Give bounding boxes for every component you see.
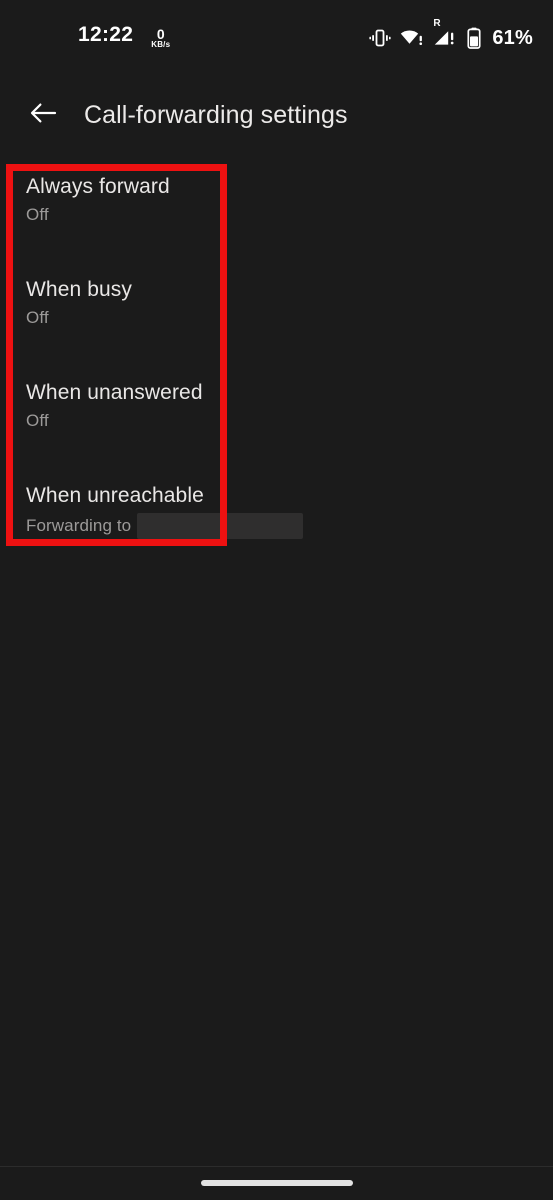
status-bar-right: R 61% <box>369 0 533 76</box>
list-item-subtitle-text: Forwarding to <box>26 516 132 536</box>
list-item-subtitle-text: Off <box>26 308 49 328</box>
list-item-subtitle: Off <box>26 307 527 329</box>
list-item-subtitle: Forwarding to <box>26 513 527 540</box>
vibrate-icon <box>369 28 391 48</box>
network-speed-value: 0 <box>156 26 165 43</box>
status-bar: 12:22 0 KB/s R 61% <box>0 0 553 76</box>
page-title: Call-forwarding settings <box>84 100 348 129</box>
list-item-subtitle: Off <box>26 410 527 432</box>
status-bar-clock: 12:22 <box>78 23 134 47</box>
network-speed-indicator: 0 KB/s <box>151 27 170 50</box>
network-speed-unit: KB/s <box>151 40 171 50</box>
battery-icon <box>467 27 481 49</box>
wifi-no-internet-icon <box>400 28 425 48</box>
app-bar: Call-forwarding settings <box>0 76 553 154</box>
list-item-title: Always forward <box>26 175 170 198</box>
status-bar-left: 12:22 0 KB/s <box>78 24 170 52</box>
roaming-indicator-label: R <box>433 18 441 29</box>
roaming-cellular-signal-icon: R <box>433 19 458 48</box>
list-item-title: When busy <box>26 278 132 301</box>
list-item-subtitle: Off <box>26 204 527 226</box>
list-item-subtitle-text: Off <box>26 411 49 431</box>
back-button[interactable] <box>22 94 64 136</box>
list-item-title: When unanswered <box>26 381 203 404</box>
list-item-subtitle-text: Off <box>26 205 49 225</box>
call-forwarding-list: Always forward Off When busy Off When un… <box>0 161 553 573</box>
list-item-when-unreachable[interactable]: When unreachable Forwarding to <box>0 470 553 573</box>
redacted-phone-number <box>137 513 304 540</box>
list-item-title: When unreachable <box>26 484 204 507</box>
list-item-always-forward[interactable]: Always forward Off <box>0 161 553 264</box>
home-handle-icon[interactable] <box>201 1180 353 1186</box>
phone-screen: 12:22 0 KB/s R 61% Call-forwarding setti… <box>0 0 553 1200</box>
list-item-when-unanswered[interactable]: When unanswered Off <box>0 367 553 470</box>
arrow-left-icon <box>28 98 58 133</box>
gesture-navigation-bar <box>0 1167 553 1200</box>
battery-percent-label: 61% <box>492 26 533 49</box>
list-item-when-busy[interactable]: When busy Off <box>0 264 553 367</box>
